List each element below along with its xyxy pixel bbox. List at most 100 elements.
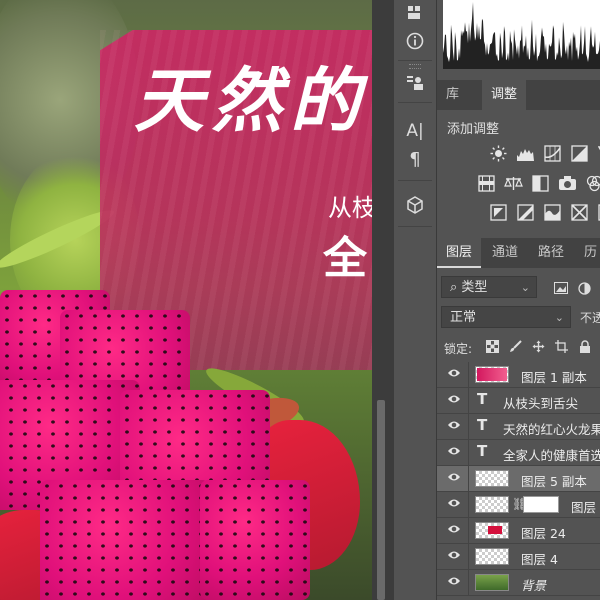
layer-name[interactable]: 天然的红心火龙果 — [503, 419, 600, 438]
eye-visibility-icon[interactable] — [447, 549, 461, 563]
tab-channels[interactable]: 通道 — [483, 238, 527, 268]
paragraph-panel-icon[interactable]: ¶ — [400, 146, 430, 172]
adjustment-icons-row2 — [477, 174, 600, 193]
selective-color-icon[interactable] — [570, 203, 589, 222]
divider — [398, 60, 432, 61]
tab-paths[interactable]: 路径 — [529, 238, 573, 268]
hue-saturation-icon[interactable] — [477, 174, 496, 193]
dragon-fruit-image — [0, 280, 372, 600]
histogram-curve — [443, 2, 600, 68]
lock-pixels-brush-icon[interactable] — [507, 340, 523, 356]
panel-icon-strip: A| ¶ — [394, 0, 437, 600]
layer-name[interactable]: 从枝头到舌尖 — [503, 393, 578, 412]
search-icon: ⌕ — [450, 280, 458, 295]
eye-visibility-icon[interactable] — [447, 523, 461, 537]
layer-name[interactable]: 图层 4 — [521, 549, 558, 568]
channel-mixer-icon[interactable] — [585, 174, 600, 193]
eye-visibility-icon[interactable] — [447, 497, 461, 511]
drag-grip[interactable] — [409, 64, 421, 69]
divider — [468, 388, 469, 413]
document-canvas[interactable]: 天然的 从枝 全 — [0, 0, 372, 600]
eye-visibility-icon[interactable] — [447, 445, 461, 459]
chevron-down-icon: ⌄ — [520, 281, 530, 294]
lock-transparent-icon[interactable] — [484, 340, 500, 356]
divider — [398, 226, 432, 227]
layer-row[interactable]: T 天然的红心火龙果 — [437, 414, 600, 440]
invert-icon[interactable] — [489, 203, 508, 222]
divider — [468, 440, 469, 465]
layer-thumbnail — [475, 574, 509, 591]
divider — [468, 570, 469, 595]
info-icon[interactable] — [400, 28, 430, 54]
tab-library[interactable]: 库 — [437, 80, 468, 110]
layer-thumbnail — [475, 522, 509, 539]
canvas-title-text: 天然的 — [134, 59, 368, 142]
color-balance-icon[interactable] — [504, 174, 523, 193]
photo-filter-icon[interactable] — [558, 174, 577, 193]
layer-name[interactable]: 图层 24 — [521, 523, 566, 542]
divider — [468, 492, 469, 517]
curves-icon[interactable] — [543, 144, 562, 163]
adjustment-icons-row1 — [489, 144, 600, 163]
layer-mask-thumbnail[interactable] — [523, 496, 559, 513]
tab-layers[interactable]: 图层 — [437, 238, 482, 268]
lock-artboard-icon[interactable] — [553, 340, 569, 356]
add-adjustment-title: 添加调整 — [447, 122, 500, 137]
divider — [468, 518, 469, 543]
adjust-tabbar: 库 调整 — [437, 80, 600, 110]
divider — [398, 180, 432, 181]
divider — [398, 102, 432, 103]
layer-thumbnail — [475, 470, 509, 487]
eye-visibility-icon[interactable] — [447, 393, 461, 407]
adjustment-icons-row3 — [489, 203, 600, 222]
blend-mode-select[interactable]: 正常 ⌄ — [441, 306, 571, 328]
eye-visibility-icon[interactable] — [447, 471, 461, 485]
layer-name[interactable]: 图层 1 副本 — [521, 367, 587, 386]
layer-row[interactable]: 图层 5 副本 — [437, 466, 600, 492]
levels-icon[interactable] — [516, 144, 535, 163]
filter-adjustment-icon[interactable] — [576, 280, 592, 296]
layer-name[interactable]: 全家人的健康首选 — [503, 445, 600, 464]
tab-history[interactable]: 历 — [575, 238, 600, 268]
layer-row[interactable]: T 从枝头到舌尖 — [437, 388, 600, 414]
divider — [468, 544, 469, 569]
canvas-vertical-scrollbar[interactable] — [377, 400, 385, 600]
lock-row: 锁定: — [437, 336, 600, 360]
canvas-subtitle-line2: 全 — [323, 233, 367, 284]
clone-source-icon[interactable] — [400, 70, 430, 96]
lock-all-icon[interactable] — [577, 340, 593, 356]
layer-row[interactable]: 背景 — [437, 570, 600, 596]
layer-thumbnail — [475, 548, 509, 565]
tab-adjustments[interactable]: 调整 — [482, 80, 527, 110]
3d-cube-icon[interactable] — [400, 192, 430, 218]
eye-visibility-icon[interactable] — [447, 367, 461, 381]
posterize-icon[interactable] — [516, 203, 535, 222]
layer-row[interactable]: ⛓ 图层 — [437, 492, 600, 518]
eye-visibility-icon[interactable] — [447, 575, 461, 589]
filter-pixel-icon[interactable] — [553, 280, 569, 296]
histogram-graph — [443, 0, 600, 69]
chevron-down-icon: ⌄ — [554, 311, 564, 324]
fruit-cube — [40, 480, 210, 600]
threshold-icon[interactable] — [543, 203, 562, 222]
layer-row[interactable]: 图层 1 副本 — [437, 362, 600, 388]
layer-name[interactable]: 背景 — [521, 575, 546, 594]
exposure-icon[interactable] — [570, 144, 589, 163]
brightness-icon[interactable] — [489, 144, 508, 163]
layer-row[interactable]: T 全家人的健康首选 — [437, 440, 600, 466]
layer-name[interactable]: 图层 5 副本 — [521, 471, 587, 490]
black-white-icon[interactable] — [531, 174, 550, 193]
layer-filter-select[interactable]: ⌕ 类型 ⌄ — [441, 276, 537, 298]
layer-name[interactable]: 图层 — [571, 497, 596, 516]
lock-position-move-icon[interactable] — [530, 340, 546, 356]
layer-row[interactable]: 图层 24 — [437, 518, 600, 544]
character-panel-icon[interactable]: A| — [400, 118, 430, 144]
eye-visibility-icon[interactable] — [447, 419, 461, 433]
text-layer-icon: T — [477, 442, 488, 460]
histogram-panel-icon[interactable] — [400, 0, 430, 26]
layer-thumbnail — [475, 496, 509, 513]
layer-row[interactable]: 图层 4 — [437, 544, 600, 570]
divider — [468, 362, 469, 387]
divider — [468, 414, 469, 439]
panel-collapse-strip — [372, 0, 394, 600]
